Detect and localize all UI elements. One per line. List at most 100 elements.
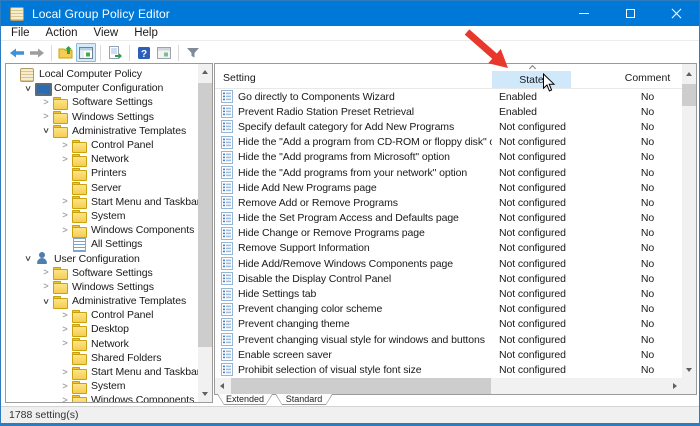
tree-item[interactable]: Windows Components bbox=[6, 393, 198, 402]
tree-item[interactable]: Software Settings bbox=[6, 266, 198, 280]
tree-expander-icon[interactable] bbox=[58, 339, 72, 348]
filter-button[interactable] bbox=[183, 43, 203, 62]
tree-expander-icon[interactable] bbox=[21, 254, 35, 263]
tree-item[interactable]: Start Menu and Taskbar bbox=[6, 195, 198, 209]
policy-row[interactable]: Hide Add New Programs page Not configure… bbox=[215, 180, 682, 195]
tree-expander-icon[interactable] bbox=[58, 325, 72, 334]
tree-item[interactable]: Printers bbox=[6, 166, 198, 180]
tree-item[interactable]: Software Settings bbox=[6, 95, 198, 109]
tree-item[interactable]: Windows Settings bbox=[6, 280, 198, 294]
tree-item[interactable]: User Configuration bbox=[6, 251, 198, 265]
tree-expander-icon[interactable] bbox=[58, 197, 72, 206]
list-scroll-left-button[interactable] bbox=[215, 378, 229, 394]
tree-item[interactable]: Network bbox=[6, 337, 198, 351]
tree-item[interactable]: All Settings bbox=[6, 237, 198, 251]
policy-row[interactable]: Remove Support Information Not configure… bbox=[215, 241, 682, 256]
tree-item[interactable]: Server bbox=[6, 181, 198, 195]
policy-row[interactable]: Disable the Display Control Panel Not co… bbox=[215, 271, 682, 286]
policy-row[interactable]: Hide Settings tab Not configured No bbox=[215, 286, 682, 301]
policy-setting-name: Prevent changing color scheme bbox=[238, 303, 382, 315]
export-list-button[interactable] bbox=[105, 43, 125, 62]
tree-expander-icon[interactable] bbox=[58, 141, 72, 150]
back-button[interactable] bbox=[7, 43, 27, 62]
tree-scrollbar-thumb[interactable] bbox=[198, 83, 212, 347]
tree-expander-icon[interactable] bbox=[58, 396, 72, 402]
policy-row[interactable]: Hide the Set Program Access and Defaults… bbox=[215, 211, 682, 226]
minimize-button[interactable] bbox=[561, 1, 607, 26]
policy-row[interactable]: Hide Change or Remove Programs page Not … bbox=[215, 226, 682, 241]
close-button[interactable] bbox=[653, 1, 699, 26]
menu-item[interactable]: File bbox=[3, 27, 38, 39]
tree-expander-icon[interactable] bbox=[58, 226, 72, 235]
maximize-button[interactable] bbox=[607, 1, 653, 26]
title-bar[interactable]: Local Group Policy Editor bbox=[1, 1, 699, 26]
tree-item[interactable]: Administrative Templates bbox=[6, 124, 198, 138]
tab-standard[interactable]: Standard bbox=[275, 394, 333, 405]
tree-expander-icon[interactable] bbox=[39, 112, 53, 121]
tree-expander-icon[interactable] bbox=[39, 282, 53, 291]
policy-row[interactable]: Prevent Radio Station Preset Retrieval E… bbox=[215, 104, 682, 119]
tree-item[interactable]: Shared Folders bbox=[6, 351, 198, 365]
column-header-state[interactable]: State bbox=[492, 64, 571, 89]
policy-setting-name: Hide the "Add programs from Microsoft" o… bbox=[238, 151, 450, 163]
tree-expander-icon[interactable] bbox=[21, 84, 35, 93]
tree-scroll-down-button[interactable] bbox=[198, 386, 212, 402]
tree-item[interactable]: Desktop bbox=[6, 322, 198, 336]
tree-expander-icon[interactable] bbox=[58, 368, 72, 377]
menu-item[interactable]: Action bbox=[38, 27, 86, 39]
tree-item[interactable]: Windows Settings bbox=[6, 110, 198, 124]
policy-state: Not configured bbox=[492, 197, 571, 209]
tree-item[interactable]: Control Panel bbox=[6, 138, 198, 152]
tree-item[interactable]: Control Panel bbox=[6, 308, 198, 322]
list-scrollbar-thumb[interactable] bbox=[682, 84, 696, 106]
policy-state: Enabled bbox=[492, 91, 571, 103]
tree-item[interactable]: Computer Configuration bbox=[6, 81, 198, 95]
policy-row[interactable]: Enable screen saver Not configured No bbox=[215, 347, 682, 362]
tree-item[interactable]: System bbox=[6, 379, 198, 393]
up-one-level-button[interactable] bbox=[56, 43, 76, 62]
tree-expander-icon[interactable] bbox=[58, 155, 72, 164]
show-console-tree-button[interactable] bbox=[76, 43, 96, 62]
policy-row[interactable]: Prohibit selection of visual style font … bbox=[215, 362, 682, 377]
policy-row[interactable]: Hide the "Add a program from CD-ROM or f… bbox=[215, 135, 682, 150]
tree-item[interactable]: Start Menu and Taskbar bbox=[6, 365, 198, 379]
policy-row[interactable]: Prevent changing theme Not configured No bbox=[215, 317, 682, 332]
tree-expander-icon[interactable] bbox=[58, 382, 72, 391]
help-button[interactable]: ? bbox=[134, 43, 154, 62]
tree-expander-icon[interactable] bbox=[39, 268, 53, 277]
tree-expander-icon[interactable] bbox=[58, 211, 72, 220]
tree-expander-icon[interactable] bbox=[39, 297, 53, 306]
tree-item[interactable]: Administrative Templates bbox=[6, 294, 198, 308]
policy-row[interactable]: Go directly to Components Wizard Enabled… bbox=[215, 89, 682, 104]
list-scroll-down-button[interactable] bbox=[682, 362, 696, 378]
tree-item[interactable]: Windows Components bbox=[6, 223, 198, 237]
column-header-setting[interactable]: Setting bbox=[215, 72, 492, 89]
column-header-comment[interactable]: Comment bbox=[571, 72, 682, 89]
menu-item[interactable]: View bbox=[86, 27, 127, 39]
new-window-button[interactable] bbox=[154, 43, 174, 62]
policy-row[interactable]: Hide the "Add programs from your network… bbox=[215, 165, 682, 180]
sort-ascending-icon bbox=[529, 66, 536, 70]
policy-row[interactable]: Specify default category for Add New Pro… bbox=[215, 119, 682, 134]
tree-expander-icon[interactable] bbox=[39, 126, 53, 135]
policy-state: Not configured bbox=[492, 136, 571, 148]
tree-item[interactable]: System bbox=[6, 209, 198, 223]
tree-item-icon bbox=[72, 224, 87, 237]
tab-extended[interactable]: Extended bbox=[217, 394, 273, 405]
list-horizontal-scrollbar-thumb[interactable] bbox=[231, 378, 491, 394]
policy-row[interactable]: Prevent changing visual style for window… bbox=[215, 332, 682, 347]
list-scroll-up-button[interactable] bbox=[682, 66, 696, 82]
tree-expander-icon[interactable] bbox=[58, 311, 72, 320]
tree-item[interactable]: Local Computer Policy bbox=[6, 67, 198, 81]
policy-row[interactable]: Hide the "Add programs from Microsoft" o… bbox=[215, 150, 682, 165]
tree-expander-icon[interactable] bbox=[39, 98, 53, 107]
forward-button[interactable] bbox=[27, 43, 47, 62]
tree-scroll-up-button[interactable] bbox=[198, 64, 212, 80]
policy-row[interactable]: Remove Add or Remove Programs Not config… bbox=[215, 195, 682, 210]
close-icon bbox=[671, 8, 682, 19]
policy-row[interactable]: Hide Add/Remove Windows Components page … bbox=[215, 256, 682, 271]
tree-item[interactable]: Network bbox=[6, 152, 198, 166]
list-scroll-right-button[interactable] bbox=[668, 378, 682, 394]
policy-row[interactable]: Prevent changing color scheme Not config… bbox=[215, 302, 682, 317]
menu-item[interactable]: Help bbox=[126, 27, 166, 39]
